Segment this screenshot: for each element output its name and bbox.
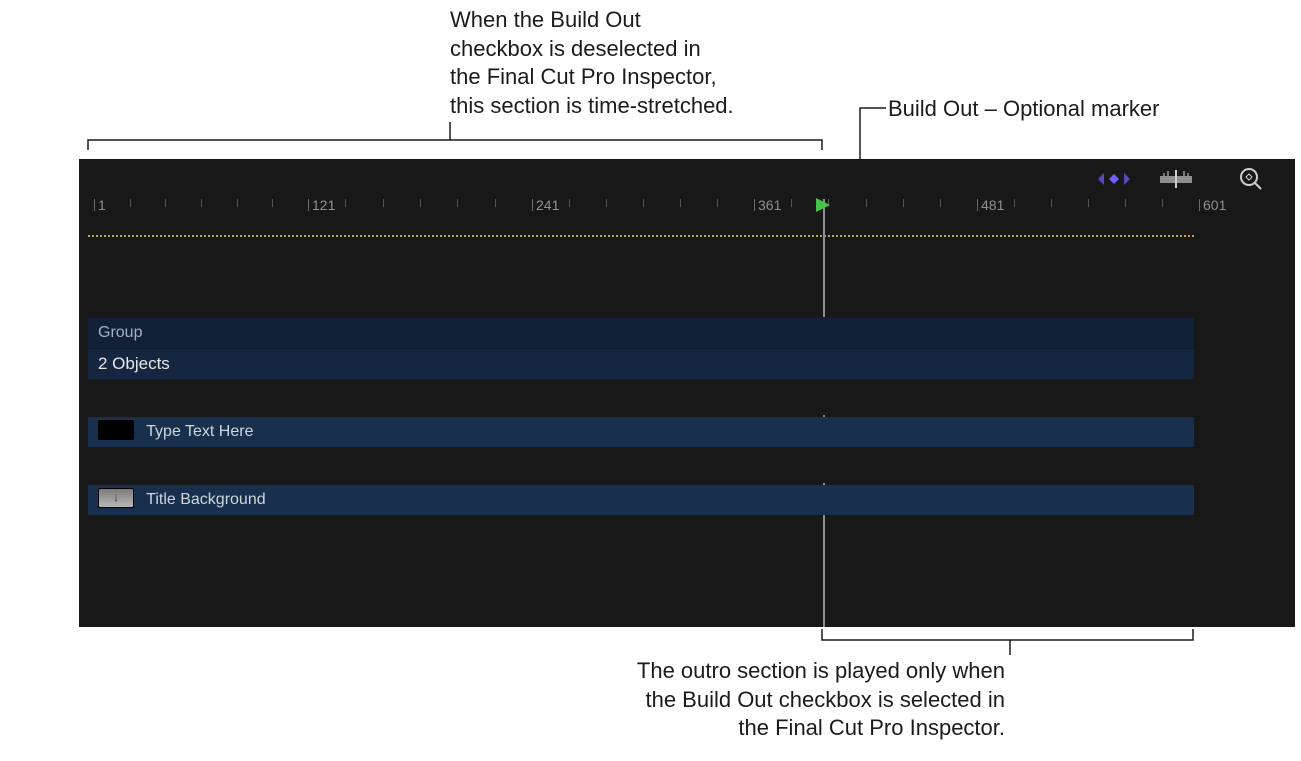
zoom-icon[interactable] — [1233, 167, 1269, 191]
text-layer-label: Type Text Here — [146, 423, 253, 440]
ruler-minor-tick — [1051, 199, 1052, 207]
ruler-minor-tick — [165, 199, 166, 207]
ruler-minor-tick — [606, 199, 607, 207]
ruler-minor-tick — [420, 199, 421, 207]
marker-flag-icon — [816, 198, 832, 212]
callout-outro: The outro section is played only when th… — [465, 657, 1005, 743]
ruler-minor-tick — [345, 199, 346, 207]
track-list: Group 2 Objects Type Text Here ↓ Title B… — [88, 317, 1194, 515]
ruler-minor-tick — [130, 199, 131, 207]
ruler-minor-tick — [866, 199, 867, 207]
ruler-minor-tick — [1088, 199, 1089, 207]
ruler-major-tick — [532, 199, 533, 211]
layer-thumbnail — [98, 420, 134, 440]
ruler-frame-number: 121 — [312, 197, 335, 213]
layer-thumbnail: ↓ — [98, 488, 134, 508]
ruler-minor-tick — [495, 199, 496, 207]
ruler-minor-tick — [643, 199, 644, 207]
ruler-minor-tick — [791, 199, 792, 207]
ruler-frame-number: 1 — [98, 197, 106, 213]
ruler-minor-tick — [940, 199, 941, 207]
ruler-minor-tick — [237, 199, 238, 207]
group-label: Group — [98, 324, 142, 341]
track-gap — [88, 447, 1194, 483]
ruler-minor-tick — [457, 199, 458, 207]
ruler-minor-tick — [1162, 199, 1163, 207]
ruler-major-tick — [754, 199, 755, 211]
objects-count: 2 Objects — [98, 354, 170, 373]
ruler-frame-number: 361 — [758, 197, 781, 213]
ruler-frame-number: 601 — [1203, 197, 1226, 213]
callout-buildout-marker: Build Out – Optional marker — [888, 95, 1288, 124]
ruler-minor-tick — [1125, 199, 1126, 207]
title-background-label: Title Background — [146, 491, 265, 508]
keyframe-icon[interactable] — [1096, 167, 1132, 191]
ruler-minor-tick — [903, 199, 904, 207]
group-objects-row[interactable]: 2 Objects — [88, 349, 1194, 379]
title-background-row[interactable]: ↓ Title Background — [88, 485, 1194, 515]
ruler-major-tick — [94, 199, 95, 211]
callout-text: The outro section is played only when th… — [637, 658, 1005, 740]
group-header-row[interactable]: Group — [88, 317, 1194, 349]
loop-region-marker — [88, 235, 1194, 237]
timeline-panel: 1 121 241 361 481 601 Group 2 Objects Type Te… — [79, 159, 1295, 627]
callout-timestretch: When the Build Out checkbox is deselecte… — [450, 6, 820, 120]
ruler-major-tick — [977, 199, 978, 211]
ruler-minor-tick — [383, 199, 384, 207]
timeline-toolbar — [79, 159, 1295, 199]
clip-filter-icon[interactable] — [1154, 167, 1198, 191]
ruler-frame-number: 481 — [981, 197, 1004, 213]
ruler-minor-tick — [1014, 199, 1015, 207]
download-icon: ↓ — [113, 483, 119, 513]
ruler-minor-tick — [680, 199, 681, 207]
track-gap — [88, 379, 1194, 415]
ruler-major-tick — [308, 199, 309, 211]
ruler-minor-tick — [717, 199, 718, 207]
ruler-major-tick — [1199, 199, 1200, 211]
time-ruler[interactable]: 1 121 241 361 481 601 — [79, 199, 1295, 229]
ruler-minor-tick — [201, 199, 202, 207]
ruler-minor-tick — [272, 199, 273, 207]
ruler-minor-tick — [569, 199, 570, 207]
callout-text: Build Out – Optional marker — [888, 96, 1159, 121]
ruler-frame-number: 241 — [536, 197, 559, 213]
text-layer-row[interactable]: Type Text Here — [88, 417, 1194, 447]
callout-text: When the Build Out checkbox is deselecte… — [450, 7, 734, 118]
